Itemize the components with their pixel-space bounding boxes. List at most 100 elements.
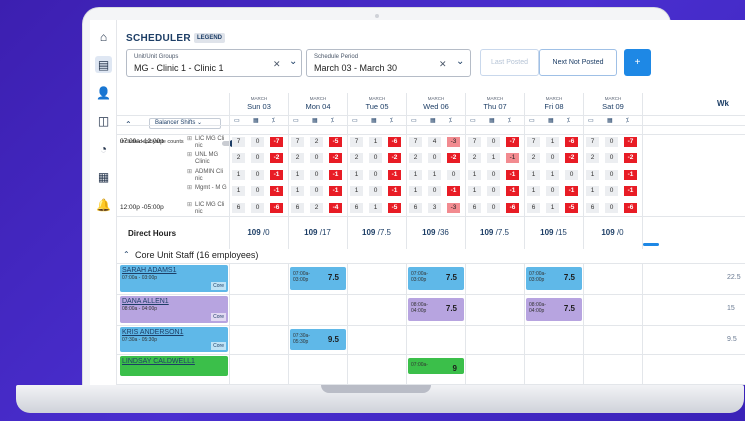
clear-unit-icon[interactable]: ✕ bbox=[273, 59, 281, 70]
legend-button[interactable]: LEGEND bbox=[194, 33, 226, 43]
day-header[interactable]: MARCH Sat 09 bbox=[583, 93, 642, 115]
expand-icon[interactable]: ⊞ bbox=[187, 185, 192, 192]
day-header[interactable]: MARCH Mon 04 bbox=[288, 93, 347, 115]
count-cell: -6 bbox=[624, 203, 637, 213]
shift-time: 07:30a- 05:30p bbox=[293, 333, 310, 345]
direct-hours-actual: /15 bbox=[553, 228, 567, 237]
shift-block[interactable]: 07:30a- 05:30p 9.5 bbox=[290, 329, 346, 350]
direct-hours-actual: /17 bbox=[317, 228, 331, 237]
count-cell: -1 bbox=[329, 186, 342, 196]
col-divider bbox=[642, 93, 643, 385]
shift-time: 07:00a- bbox=[411, 362, 428, 368]
count-cell: 1 bbox=[369, 137, 382, 147]
shift-job-label: ⊞ LIC MG Cli nic bbox=[187, 136, 231, 149]
shift-block[interactable]: 08:00a- 04:00p 7.5 bbox=[526, 298, 582, 321]
chevron-down-icon[interactable]: ⌄ bbox=[289, 56, 297, 67]
count-cell: -5 bbox=[565, 203, 578, 213]
balancer-shifts-select[interactable]: Balancer Shifts ⌄ bbox=[149, 118, 221, 129]
expand-icon[interactable]: ⊞ bbox=[187, 169, 192, 176]
shift-job-label: ⊞ UNL MG Clinic bbox=[187, 152, 231, 165]
count-cell: -2 bbox=[624, 153, 637, 163]
direct-hours-scheduled: 109 bbox=[247, 228, 261, 237]
count-cell: 1 bbox=[468, 170, 481, 180]
count-cell: 1 bbox=[586, 170, 599, 180]
shift-block[interactable]: 08:00a- 04:00p 7.5 bbox=[408, 298, 464, 321]
variance-icon: ⁒ bbox=[390, 118, 393, 124]
employee-card[interactable]: KRIS ANDERSON1 07:30a - 05:30p Core bbox=[120, 327, 228, 352]
count-cell: 1 bbox=[586, 186, 599, 196]
direct-hours-actual: /0 bbox=[614, 228, 624, 237]
count-cell: 0 bbox=[605, 186, 618, 196]
count-cell: 1 bbox=[291, 186, 304, 196]
employee-name[interactable]: SARAH ADAMS1 bbox=[122, 267, 176, 274]
calendar-icon: ▦ bbox=[312, 118, 318, 124]
count-cell: -7 bbox=[270, 137, 283, 147]
expand-icon[interactable]: ⊞ bbox=[187, 202, 192, 209]
scroll-handle[interactable] bbox=[643, 243, 659, 246]
shift-block[interactable]: 07:00a- 9 bbox=[408, 358, 464, 374]
day-header[interactable]: MARCH Thu 07 bbox=[465, 93, 524, 115]
shift-job-label: ⊞ Mgmt - M G bbox=[187, 185, 231, 192]
next-not-posted-button[interactable]: Next Not Posted bbox=[539, 49, 617, 76]
expand-icon[interactable]: ⊞ bbox=[187, 152, 192, 159]
count-cell: 6 bbox=[291, 203, 304, 213]
direct-hours-value: 109 /0 bbox=[229, 228, 288, 237]
grid-icon[interactable]: ▦ bbox=[95, 168, 112, 185]
shift-block[interactable]: 07:00a- 03:00p 7.5 bbox=[408, 267, 464, 290]
employee-shift-time: 08:00a - 04:00p bbox=[122, 306, 158, 312]
count-cell: -3 bbox=[447, 137, 460, 147]
employee-card[interactable]: DANA ALLEN1 08:00a - 04:00p Core bbox=[120, 296, 228, 323]
count-cell: 1 bbox=[428, 170, 441, 180]
job-name: Mgmt - M G bbox=[195, 185, 227, 191]
count-cell: 0 bbox=[487, 186, 500, 196]
employee-name[interactable]: DANA ALLEN1 bbox=[122, 298, 169, 305]
shift-block[interactable]: 07:00a- 03:00p 7.5 bbox=[526, 267, 582, 290]
employee-shift-time: 07:00a - 03:00p bbox=[122, 275, 158, 281]
employee-name[interactable]: KRIS ANDERSON1 bbox=[122, 329, 183, 336]
main-content: SCHEDULER LEGEND Unit/Unit Groups MG - C… bbox=[117, 20, 745, 385]
time-off-icon[interactable]: ◔ bbox=[95, 140, 112, 157]
day-header[interactable]: MARCH Tue 05 bbox=[347, 93, 406, 115]
expand-icon[interactable]: ⊞ bbox=[187, 136, 192, 143]
last-posted-button[interactable]: Last Posted bbox=[480, 49, 539, 76]
home-icon[interactable]: ⌂ bbox=[95, 28, 112, 45]
add-button[interactable]: + bbox=[624, 49, 651, 76]
count-cell: 0 bbox=[546, 186, 559, 196]
count-cell: 4 bbox=[428, 137, 441, 147]
count-cell: -1 bbox=[388, 186, 401, 196]
day-header[interactable]: MARCH Fri 08 bbox=[524, 93, 583, 115]
shift-hours: 7.5 bbox=[445, 304, 457, 313]
row-divider bbox=[117, 354, 745, 355]
count-cell: 7 bbox=[586, 137, 599, 147]
camera-dot bbox=[375, 14, 379, 18]
employee-card[interactable]: SARAH ADAMS1 07:00a - 03:00p Core bbox=[120, 265, 228, 292]
shift-block[interactable]: 07:00a- 03:00p 7.5 bbox=[290, 267, 346, 290]
count-cell: 1 bbox=[409, 186, 422, 196]
col-divider bbox=[583, 93, 584, 385]
count-cell: 1 bbox=[232, 170, 245, 180]
direct-hours-value: 109 /0 bbox=[583, 228, 642, 237]
day-header[interactable]: MARCH Sun 03 bbox=[229, 93, 288, 115]
clear-period-icon[interactable]: ✕ bbox=[439, 59, 447, 70]
direct-hours-value: 109 /36 bbox=[406, 228, 465, 237]
core-staff-header[interactable]: ⌃ Core Unit Staff (16 employees) bbox=[117, 249, 745, 263]
bell-icon[interactable]: 🔔 bbox=[95, 196, 112, 213]
schedule-icon[interactable]: ▤ bbox=[95, 56, 112, 73]
count-cell: 0 bbox=[605, 203, 618, 213]
count-cell: -1 bbox=[329, 170, 342, 180]
employee-name[interactable]: LINDSAY CALDWELL1 bbox=[122, 358, 195, 365]
period-select[interactable]: Schedule Period March 03 - March 30 ✕ ⌄ bbox=[306, 49, 471, 77]
collapse-chevron-icon[interactable]: ⌃ bbox=[123, 250, 130, 259]
employee-card[interactable]: LINDSAY CALDWELL1 bbox=[120, 356, 228, 376]
reports-icon[interactable]: ◫ bbox=[95, 112, 112, 129]
staff-count-icon: ▭ bbox=[411, 118, 417, 124]
count-cell: 1 bbox=[350, 186, 363, 196]
unit-select[interactable]: Unit/Unit Groups MG - Clinic 1 - Clinic … bbox=[126, 49, 302, 77]
staff-icon[interactable]: 👤 bbox=[95, 84, 112, 101]
day-month: MARCH bbox=[309, 96, 327, 101]
count-cell: 6 bbox=[350, 203, 363, 213]
chevron-down-icon[interactable]: ⌄ bbox=[456, 56, 464, 67]
day-header[interactable]: MARCH Wed 06 bbox=[406, 93, 465, 115]
row-divider bbox=[117, 134, 745, 135]
count-cell: 0 bbox=[487, 170, 500, 180]
